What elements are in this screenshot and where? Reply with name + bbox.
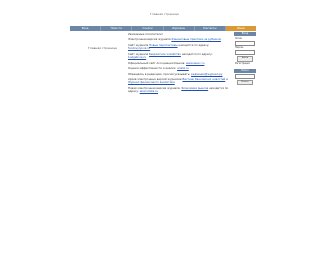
search-button[interactable]: Искать — [237, 79, 253, 86]
login-button[interactable]: Войти — [237, 56, 253, 62]
paragraph-link[interactable]: Бюджетное хозяйство — [149, 52, 181, 56]
paragraph-link[interactable]: Вестник банковских новостей — [182, 77, 225, 81]
paragraph-link-2[interactable]: fondovyrynok.ru — [128, 46, 150, 50]
paragraph-text: Оценка эффективности и анализ: — [128, 66, 177, 71]
search-input[interactable] — [235, 73, 255, 79]
paragraph-text: Электронная версия журнала — [128, 37, 171, 42]
news-paragraph: Сайт журнала Новые перспективы находится… — [128, 42, 230, 51]
paragraph-link[interactable]: редакция@журнал.ру — [191, 72, 222, 76]
nav-item-3[interactable]: Ссылки — [132, 26, 164, 31]
site-logo[interactable]: Главная страница — [88, 46, 117, 50]
news-paragraph: Электронная версия журнала Финансовые пр… — [128, 38, 230, 41]
paragraph-tail: находится по адресу: — [181, 51, 213, 56]
news-paragraph: Архив электронных версий журналов Вестни… — [128, 76, 230, 85]
news-paragraph: Оценка эффективности и анализ: analiz.ru — [128, 66, 230, 71]
paragraph-tail: находится по адресу: — [178, 42, 210, 47]
paragraph-link[interactable]: Новые перспективы — [149, 43, 178, 47]
nav-item-5[interactable]: Контакты — [195, 26, 226, 31]
nav-item-1[interactable]: Вход — [70, 26, 102, 31]
sidebar: Вход Логин Пароль Войти Регистрация Поис… — [234, 32, 256, 86]
paragraph-link[interactable]: Экономика рынков — [181, 86, 208, 90]
nav-item-4[interactable]: Журналы — [164, 26, 195, 31]
paragraph-link-2[interactable]: budgetnoe.ru — [128, 55, 146, 59]
news-paragraph: Обращаясь в редакцию, просим указывать: … — [128, 71, 230, 76]
paragraph-link[interactable]: www.assoc.ru — [186, 61, 204, 65]
paragraph-text: Официальный сайт Ассоциации банков: — [128, 60, 186, 65]
news-paragraph: Официальный сайт Ассоциации банков: www.… — [128, 60, 230, 65]
top-nav: Вход Новости Ссылки Журналы Контакты Мен… — [70, 26, 257, 31]
header-title: Главная страница — [150, 12, 179, 16]
nav-item-2[interactable]: Новости — [101, 26, 133, 31]
paragraph-link-2[interactable]: Журнал финансового аналитика — [128, 80, 175, 84]
paragraph-tail: и — [226, 76, 228, 81]
paragraph-link[interactable]: analiz.ru — [177, 66, 189, 70]
greeting-text: Уважаемые посетители! — [128, 32, 163, 36]
paragraph-link[interactable]: Финансовые практики за рубежом — [171, 37, 220, 41]
search-title: Поиск — [234, 69, 256, 74]
nav-item-6[interactable]: Меню — [225, 26, 257, 31]
news-paragraph: Сайт журнала Бюджетное хозяйство находит… — [128, 51, 230, 60]
main-content: Уважаемые посетители! Электронная версия… — [128, 32, 230, 96]
paragraph-text: Обращаясь в редакцию, просим указывать: — [128, 71, 191, 76]
sidebar-title: Вход — [234, 32, 256, 36]
news-paragraph: Новая электронная версия журнала: Эконом… — [128, 86, 230, 94]
paragraph-link-2[interactable]: ekonomika.ru — [140, 89, 158, 93]
login-input[interactable] — [235, 40, 255, 46]
password-input[interactable] — [235, 50, 255, 56]
